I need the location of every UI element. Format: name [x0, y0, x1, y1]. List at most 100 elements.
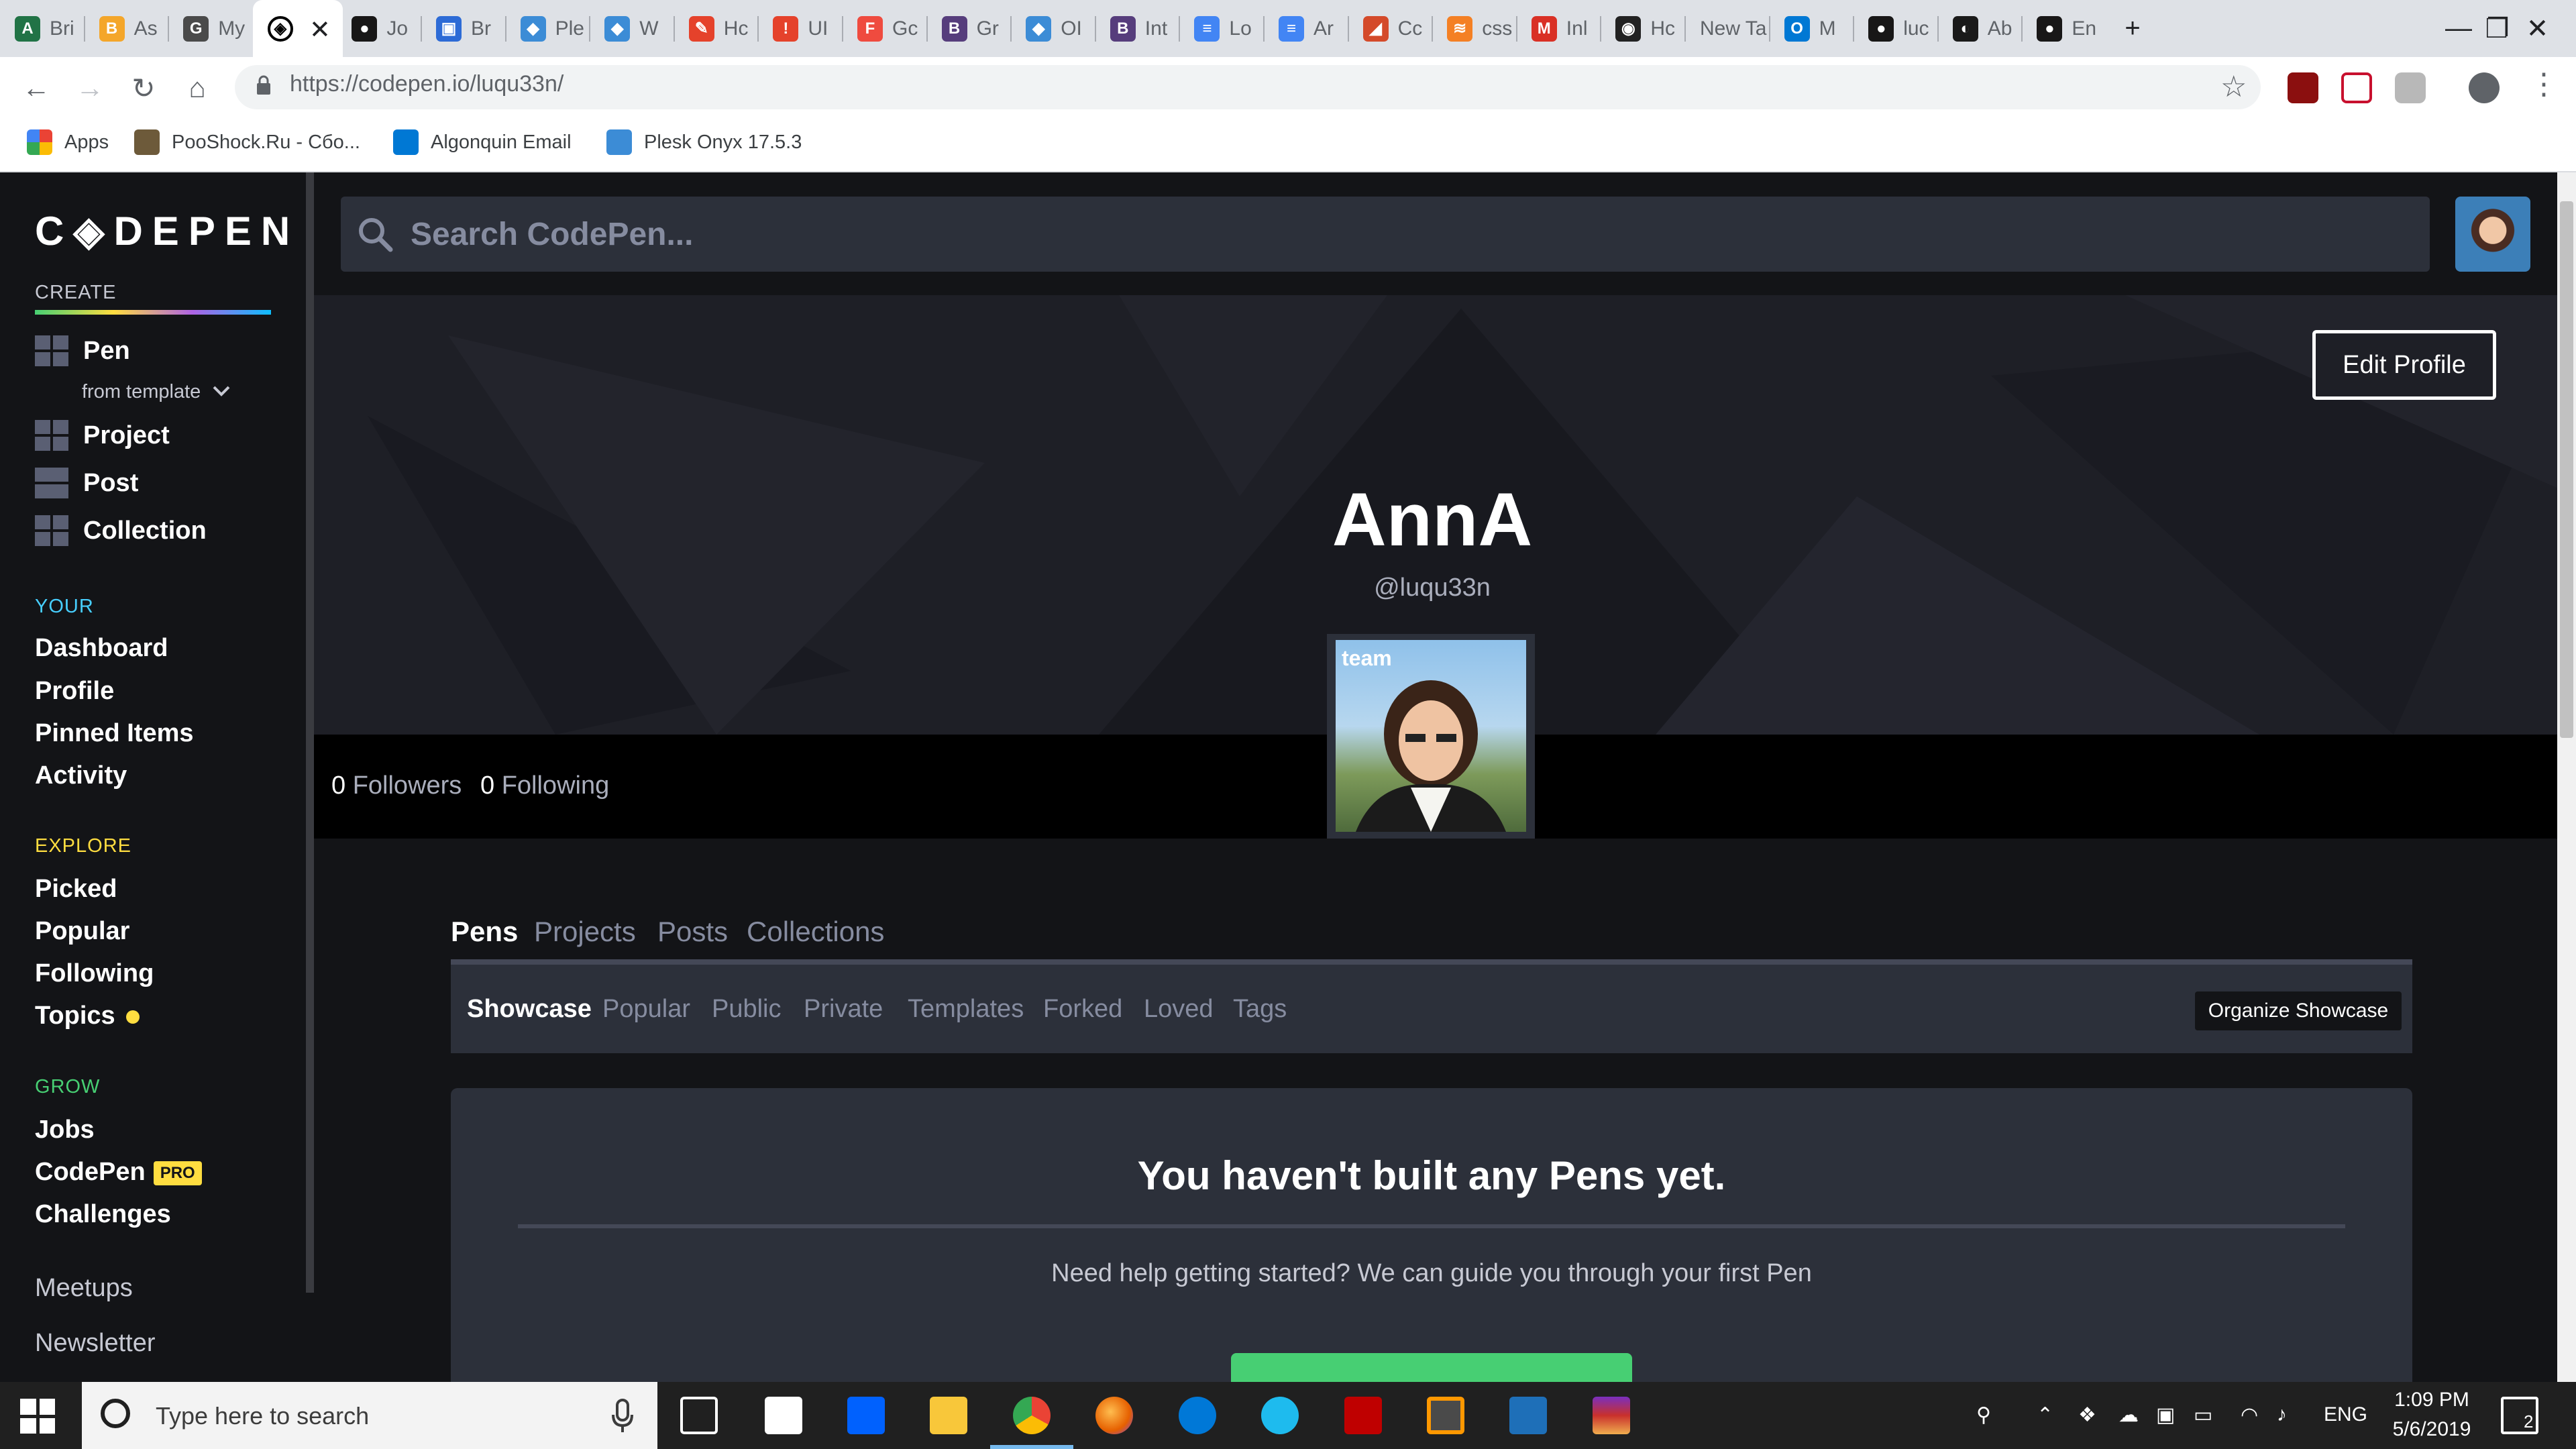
subtab-loved[interactable]: Loved: [1144, 995, 1214, 1024]
create-pen-button[interactable]: Pen: [35, 335, 130, 366]
subtab-private[interactable]: Private: [804, 995, 883, 1024]
microphone-icon[interactable]: [610, 1399, 635, 1434]
acrobat-extension-icon[interactable]: [2288, 72, 2318, 103]
browser-tab[interactable]: ◢ Cc: [1348, 0, 1433, 57]
close-tab-icon[interactable]: ✕: [309, 15, 331, 45]
create-post-button[interactable]: Post: [35, 468, 138, 498]
security-tray-icon[interactable]: ▣: [2156, 1403, 2175, 1427]
dropbox-tray-icon[interactable]: ❖: [2078, 1403, 2096, 1427]
browser-tab[interactable]: ● Jo: [337, 0, 421, 57]
clock-date[interactable]: 5/6/2019: [2385, 1418, 2479, 1441]
browser-tab[interactable]: A Bri: [0, 0, 85, 57]
browser-tab[interactable]: ◐ Ab: [1938, 0, 2023, 57]
browser-tab[interactable]: ◆ W: [590, 0, 674, 57]
start-first-pen-button[interactable]: [1231, 1353, 1632, 1382]
back-button[interactable]: ←: [17, 69, 55, 107]
user-avatar[interactable]: [2455, 197, 2530, 272]
sidebar-item-profile[interactable]: Profile: [35, 677, 114, 706]
browser-tab[interactable]: ◆ Ple: [506, 0, 590, 57]
profile-account-icon[interactable]: [2469, 72, 2500, 103]
codepen-logo[interactable]: C◈DEPEN: [35, 208, 299, 255]
subtab-popular[interactable]: Popular: [602, 995, 690, 1024]
clock-time[interactable]: 1:09 PM: [2385, 1389, 2479, 1411]
battery-icon[interactable]: ▭: [2194, 1403, 2212, 1427]
followers-link[interactable]: 0 Followers: [331, 771, 462, 800]
from-template-dropdown[interactable]: from template: [82, 381, 231, 403]
browser-tab[interactable]: M Inl: [1517, 0, 1601, 57]
browser-tab[interactable]: B Int: [1095, 0, 1180, 57]
create-project-button[interactable]: Project: [35, 420, 170, 451]
browser-tab[interactable]: OM: [1770, 0, 1854, 57]
sidebar-item-pinned-items[interactable]: Pinned Items: [35, 719, 194, 748]
file-explorer-icon[interactable]: [930, 1397, 967, 1434]
camera-extension-icon[interactable]: [2395, 72, 2426, 103]
edge-icon[interactable]: [1179, 1397, 1216, 1434]
chrome-icon[interactable]: [1013, 1397, 1051, 1434]
browser-tab[interactable]: ● En: [2022, 0, 2106, 57]
browser-tab[interactable]: ≋ css: [1432, 0, 1517, 57]
menu-kebab-icon[interactable]: ⋮: [2529, 67, 2559, 101]
save-extension-icon[interactable]: [2341, 72, 2372, 103]
tab-pens[interactable]: Pens: [451, 916, 518, 948]
sidebar-item-newsletter[interactable]: Newsletter: [35, 1329, 156, 1358]
create-collection-button[interactable]: Collection: [35, 515, 207, 546]
browser-tab[interactable]: G My: [168, 0, 253, 57]
sidebar-item-codepen-pro[interactable]: CodePen PRO: [35, 1158, 202, 1187]
windows-start-button[interactable]: [20, 1399, 55, 1434]
browser-tab[interactable]: B Gr: [927, 0, 1012, 57]
browser-tab[interactable]: ● luc: [1854, 0, 1938, 57]
filezilla-icon[interactable]: [1344, 1397, 1382, 1434]
sidebar-item-jobs[interactable]: Jobs: [35, 1116, 95, 1144]
sidebar-item-activity[interactable]: Activity: [35, 761, 127, 790]
bookmark-apps[interactable]: Apps: [27, 127, 109, 157]
bookmark-algonquin-email[interactable]: Algonquin Email: [393, 127, 572, 157]
minimize-button[interactable]: —: [2418, 0, 2499, 57]
people-icon[interactable]: ⚲: [1976, 1403, 1991, 1427]
sublime-text-icon[interactable]: [1427, 1397, 1464, 1434]
browser-tab[interactable]: New Ta: [1685, 0, 1770, 57]
home-button[interactable]: ⌂: [178, 69, 216, 107]
browser-tab[interactable]: ▣ Br: [421, 0, 506, 57]
bookmark-pooshock-ru[interactable]: PooShock.Ru - Сбо...: [134, 127, 360, 157]
browser-tab[interactable]: ≡ Lo: [1179, 0, 1264, 57]
wifi-icon[interactable]: ◠: [2241, 1403, 2258, 1427]
browser-tab[interactable]: ✎ Hc: [674, 0, 759, 57]
winrar-icon[interactable]: [1593, 1397, 1630, 1434]
close-window-button[interactable]: ✕: [2499, 0, 2576, 57]
volume-muted-icon[interactable]: ♪: [2277, 1403, 2287, 1426]
sidebar-item-picked[interactable]: Picked: [35, 875, 117, 904]
subtab-forked[interactable]: Forked: [1043, 995, 1122, 1024]
bookmark-plesk-onyx-17-5-3[interactable]: Plesk Onyx 17.5.3: [606, 127, 802, 157]
reload-button[interactable]: ↻: [125, 69, 162, 107]
sidebar-item-dashboard[interactable]: Dashboard: [35, 634, 168, 663]
browser-tab[interactable]: ! UI: [758, 0, 843, 57]
dropbox-icon[interactable]: [847, 1397, 885, 1434]
internet-explorer-icon[interactable]: [1261, 1397, 1299, 1434]
sidebar-scrollbar[interactable]: [306, 172, 314, 1293]
bookmark-star-icon[interactable]: ☆: [2220, 70, 2247, 104]
sidebar-item-popular[interactable]: Popular: [35, 917, 129, 946]
tab-projects[interactable]: Projects: [534, 916, 636, 948]
browser-tab[interactable]: ◆ OI: [1011, 0, 1095, 57]
firefox-icon[interactable]: [1095, 1397, 1133, 1434]
browser-tab[interactable]: ≡ Ar: [1264, 0, 1348, 57]
lock-icon[interactable]: [256, 75, 271, 95]
language-indicator[interactable]: ENG: [2324, 1403, 2367, 1426]
subtab-public[interactable]: Public: [712, 995, 782, 1024]
mail-icon[interactable]: [765, 1397, 802, 1434]
url-text[interactable]: https://codepen.io/luqu33n/: [290, 71, 564, 97]
sidebar-item-following[interactable]: Following: [35, 959, 154, 988]
browser-tab[interactable]: F Gc: [843, 0, 927, 57]
onedrive-icon[interactable]: ☁: [2118, 1403, 2139, 1427]
subtab-tags[interactable]: Tags: [1233, 995, 1287, 1024]
sidebar-item-challenges[interactable]: Challenges: [35, 1200, 171, 1229]
new-tab-button[interactable]: +: [2109, 0, 2156, 57]
page-scrollbar-thumb[interactable]: [2560, 201, 2573, 738]
tab-collections[interactable]: Collections: [747, 916, 884, 948]
following-link[interactable]: 0 Following: [480, 771, 609, 800]
tab-posts[interactable]: Posts: [657, 916, 728, 948]
browser-tab[interactable]: ◉ Hc: [1601, 0, 1685, 57]
browser-tab[interactable]: ◈ ✕: [252, 0, 343, 57]
forward-button[interactable]: →: [71, 69, 109, 107]
app-window-icon[interactable]: [1509, 1397, 1547, 1434]
